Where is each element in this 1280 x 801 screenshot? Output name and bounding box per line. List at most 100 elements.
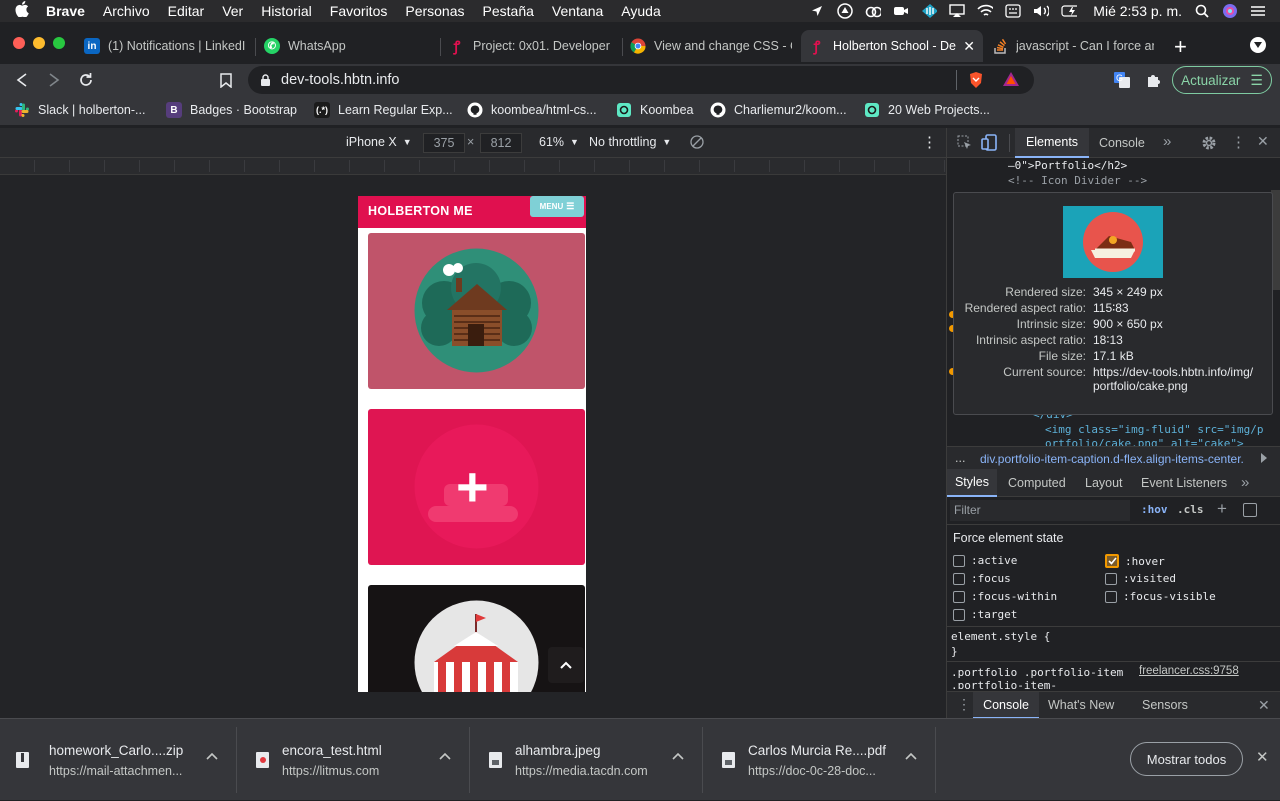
bookmark-charliemur[interactable]: Charliemur2/koom... xyxy=(710,102,847,118)
battery-icon[interactable] xyxy=(1061,4,1078,18)
menu-ventana[interactable]: Ventana xyxy=(543,3,612,19)
drawer-tab-sensors[interactable]: Sensors xyxy=(1142,698,1188,712)
state-focus-visible[interactable]: :focus-visible xyxy=(1105,590,1216,603)
viewport-width-input[interactable]: 375 xyxy=(423,133,465,153)
portfolio-item-cabin[interactable] xyxy=(368,233,585,389)
download-item[interactable]: Carlos Murcia Re....pdf https://doc-0c-28… xyxy=(722,719,935,801)
state-active[interactable]: :active xyxy=(953,554,1017,567)
forward-icon[interactable] xyxy=(44,70,64,90)
bookmark-koombea-html[interactable]: koombea/html-cs... xyxy=(467,102,597,118)
tab-styles[interactable]: Styles xyxy=(947,469,997,497)
download-item[interactable]: encora_test.html https://litmus.com xyxy=(256,719,469,801)
cls-toggle[interactable]: .cls xyxy=(1177,503,1204,516)
close-window-button[interactable] xyxy=(13,37,25,49)
reload-icon[interactable] xyxy=(76,70,96,90)
rotate-icon[interactable] xyxy=(690,135,704,152)
element-style-rule[interactable]: element.style { } xyxy=(947,626,1280,662)
bookmark-slack[interactable]: Slack | holberton-... xyxy=(14,102,145,118)
menu-app-name[interactable]: Brave xyxy=(44,3,94,19)
apple-menu-icon[interactable] xyxy=(0,1,44,21)
settings-gear-icon[interactable] xyxy=(1201,135,1217,154)
wifi-icon[interactable] xyxy=(977,4,994,18)
device-select[interactable]: iPhone X ▼ xyxy=(346,135,412,149)
styles-filter-input[interactable]: Filter xyxy=(950,500,1130,521)
css-rule-selector[interactable]: .portfolio .portfolio-item xyxy=(951,666,1123,679)
tab-javascript-stackoverflow[interactable]: javascript - Can I force an xyxy=(984,30,1162,62)
clock[interactable]: Mié 2:53 p. m. xyxy=(1093,3,1182,19)
portfolio-item-circus[interactable] xyxy=(368,585,585,692)
zoom-select[interactable]: 61% ▼ xyxy=(539,135,579,149)
state-focus[interactable]: :focus xyxy=(953,572,1011,585)
chevron-up-icon[interactable] xyxy=(672,749,684,763)
bookmark-koombea[interactable]: Koombea xyxy=(616,102,694,118)
devtools-menu-icon[interactable]: ⋮ xyxy=(1231,133,1246,151)
location-arrow-icon[interactable] xyxy=(809,4,825,18)
bookmark-icon[interactable] xyxy=(216,70,236,90)
inspect-element-icon[interactable] xyxy=(957,135,972,153)
drawer-menu-icon[interactable]: ⋮ xyxy=(957,696,971,713)
new-tab-icon[interactable]: + xyxy=(1174,34,1187,60)
download-item[interactable]: homework_Carlo....zip https://mail-attach… xyxy=(16,719,236,801)
throttling-select[interactable]: No throttling ▼ xyxy=(589,135,671,149)
state-focus-within[interactable]: :focus-within xyxy=(953,590,1057,603)
google-translate-icon[interactable]: G xyxy=(1112,70,1132,90)
lock-icon[interactable] xyxy=(260,73,271,87)
device-toggle-icon[interactable] xyxy=(981,134,997,154)
siri-icon[interactable] xyxy=(1222,4,1238,18)
creative-cloud-icon[interactable] xyxy=(865,4,882,18)
bookmark-regex[interactable]: (.*) Learn Regular Exp... xyxy=(314,102,453,118)
address-bar[interactable]: dev-tools.hbtn.info xyxy=(248,66,1034,94)
minimize-window-button[interactable] xyxy=(33,37,45,49)
new-style-rule-icon[interactable]: + xyxy=(1217,499,1227,519)
brave-shields-icon[interactable] xyxy=(968,71,984,93)
scroll-top-button[interactable] xyxy=(548,647,584,683)
css-source-link[interactable]: freelancer.css:9758 xyxy=(1139,665,1239,677)
tab-computed[interactable]: Computed xyxy=(1008,469,1066,497)
menu-ver[interactable]: Ver xyxy=(213,3,252,19)
hov-toggle[interactable]: :hov xyxy=(1141,503,1168,516)
vpn-diamond-icon[interactable] xyxy=(921,4,938,18)
tab-holberton-school[interactable]: ꝭ Holberton School - De ✕ xyxy=(801,30,983,62)
show-all-downloads-button[interactable]: Mostrar todos xyxy=(1130,742,1243,776)
tab-event-listeners[interactable]: Event Listeners xyxy=(1141,469,1227,497)
viewport-height-input[interactable]: 812 xyxy=(480,133,522,153)
drawer-tab-console[interactable]: Console xyxy=(973,692,1039,719)
menu-personas[interactable]: Personas xyxy=(396,3,473,19)
code-comment[interactable]: <!-- Icon Divider --> xyxy=(1008,174,1147,187)
bookmark-20-web-projects[interactable]: 20 Web Projects... xyxy=(864,102,990,118)
airplay-icon[interactable] xyxy=(949,4,965,18)
download-item[interactable]: alhambra.jpeg https://media.tacdn.com xyxy=(489,719,702,801)
phone-page-preview[interactable]: HOLBERTON ME MENU ☰ + xyxy=(358,196,586,692)
chevron-up-icon[interactable] xyxy=(905,749,917,763)
menu-archivo[interactable]: Archivo xyxy=(94,3,159,19)
close-tab-icon[interactable]: ✕ xyxy=(963,38,975,55)
keyboard-input-icon[interactable] xyxy=(1005,4,1021,18)
extensions-puzzle-icon[interactable] xyxy=(1144,70,1164,90)
tab-search-icon[interactable] xyxy=(1250,37,1266,53)
volume-icon[interactable] xyxy=(1033,4,1050,18)
brave-rewards-icon[interactable] xyxy=(1002,71,1020,91)
menu-editar[interactable]: Editar xyxy=(159,3,214,19)
bookmark-bootstrap[interactable]: B Badges · Bootstrap xyxy=(166,102,297,118)
triangle-app-icon[interactable] xyxy=(837,3,854,19)
back-icon[interactable] xyxy=(12,70,32,90)
chevron-up-icon[interactable] xyxy=(206,749,218,763)
tab-project-developer[interactable]: ꝭ Project: 0x01. Developer t xyxy=(441,30,621,62)
spotlight-search-icon[interactable] xyxy=(1194,4,1210,18)
control-center-icon[interactable] xyxy=(1250,4,1266,18)
breadcrumb-scroll-icon[interactable] xyxy=(1261,453,1267,463)
chevron-up-icon[interactable] xyxy=(439,749,451,763)
site-menu-button[interactable]: MENU ☰ xyxy=(530,196,584,217)
tab-view-change-css[interactable]: View and change CSS - C xyxy=(622,30,800,62)
breadcrumb-item[interactable]: div.portfolio-item-caption.d-flex.align-… xyxy=(980,452,1253,466)
close-drawer-icon[interactable]: ✕ xyxy=(1258,697,1270,714)
tab-elements[interactable]: Elements xyxy=(1015,128,1089,158)
state-target[interactable]: :target xyxy=(953,608,1017,621)
menu-pestana[interactable]: Pestaña xyxy=(474,3,543,19)
tab-whatsapp[interactable]: ✆ WhatsApp xyxy=(256,30,438,62)
more-tabs-icon[interactable]: » xyxy=(1163,133,1171,150)
tab-console[interactable]: Console xyxy=(1099,128,1145,158)
code-img-tag[interactable]: <img class="img-fluid" src="img/p xyxy=(1045,423,1264,436)
menu-historial[interactable]: Historial xyxy=(252,3,321,19)
tab-linkedin[interactable]: in (1) Notifications | LinkedIn xyxy=(76,30,254,62)
